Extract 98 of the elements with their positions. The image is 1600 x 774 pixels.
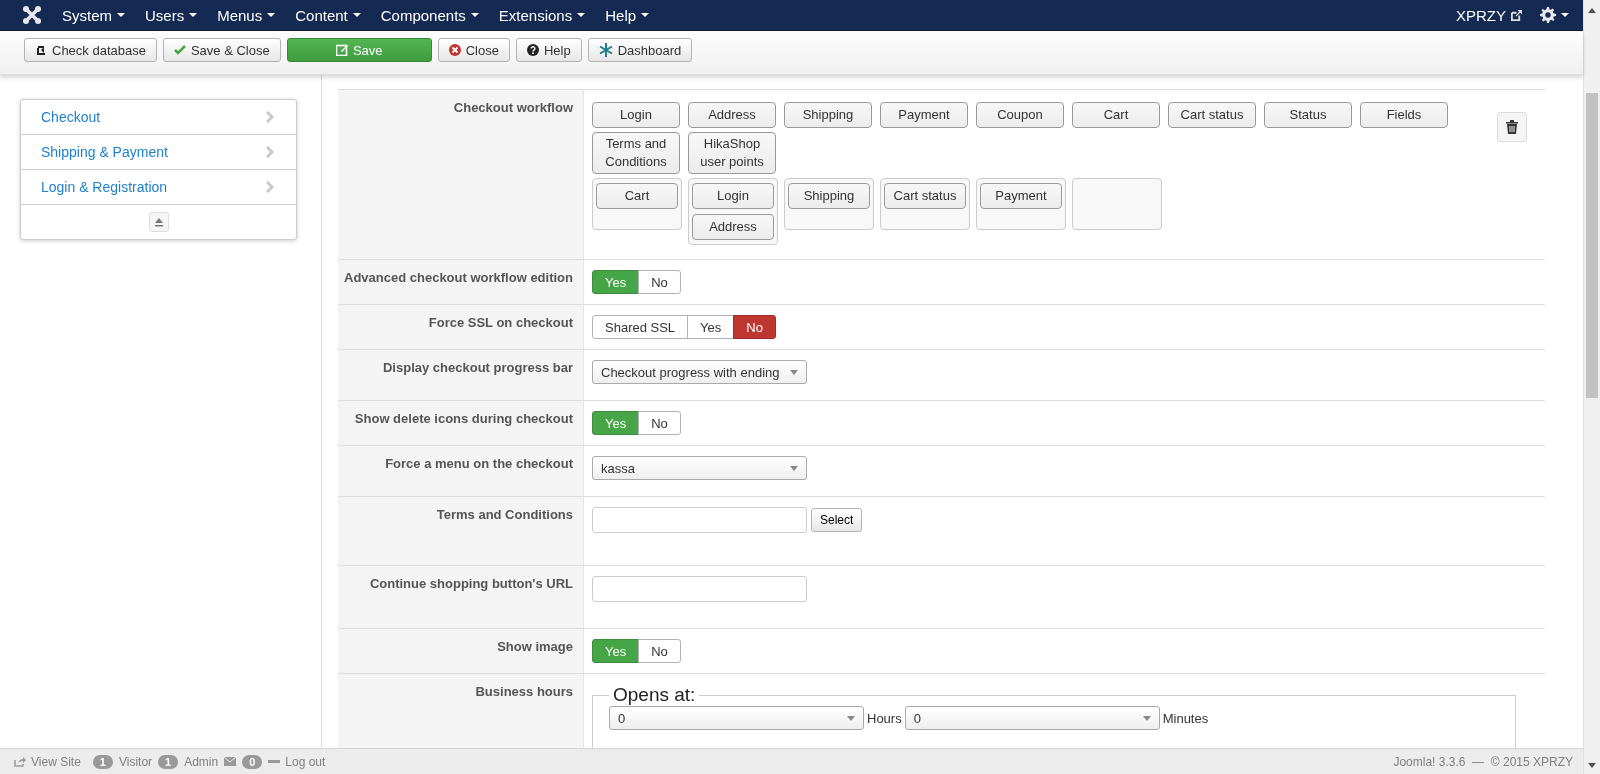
workflow-block[interactable]: Cart <box>1072 102 1160 128</box>
menu[interactable]: Components <box>370 0 489 31</box>
setting-label: Force a menu on the checkout <box>338 446 584 496</box>
eject-icon <box>153 217 164 227</box>
workflow-block[interactable]: HikaShop user points <box>688 132 776 174</box>
workflow-block[interactable]: Login <box>592 102 680 128</box>
setting-label: Business hours <box>338 674 584 748</box>
count-badge: 1 <box>158 754 179 769</box>
workflow-block[interactable]: Cart status <box>884 183 966 209</box>
caret-icon <box>577 13 586 17</box>
sidebar-item[interactable]: Login & Registration <box>21 170 296 205</box>
external-link-icon <box>1511 9 1522 21</box>
dropdown[interactable]: kassa <box>592 456 807 480</box>
workflow-block[interactable]: Cart <box>596 183 678 209</box>
setting-label: Display checkout progress bar <box>338 350 584 400</box>
workflow-block[interactable]: Status <box>1264 102 1352 128</box>
check-icon <box>173 45 186 55</box>
workflow-block[interactable]: Coupon <box>976 102 1064 128</box>
site-link[interactable]: XPRZY <box>1438 6 1540 24</box>
workflow-block[interactable]: Cart status <box>1168 102 1256 128</box>
workflow-block[interactable]: Fields <box>1360 102 1448 128</box>
fieldset-legend: Opens at: <box>609 684 700 706</box>
status-label: Admin <box>184 754 219 769</box>
toolbar-button[interactable]: Dashboard <box>587 38 693 62</box>
settings-menu[interactable] <box>1540 7 1569 23</box>
workflow-block[interactable]: Terms and Conditions <box>592 132 680 174</box>
count-badge: 0 <box>242 754 263 769</box>
version-text: Joomla! 3.3.6 — © 2015 XPRZY <box>1393 754 1573 769</box>
count-badge: 1 <box>92 754 113 769</box>
toggle-option[interactable]: No <box>638 270 681 294</box>
caret-icon <box>790 465 798 471</box>
caret-icon <box>1142 715 1151 721</box>
caret-icon <box>847 715 855 721</box>
delete-button[interactable] <box>1497 112 1527 142</box>
toggle-option[interactable]: Shared SSL <box>592 315 689 339</box>
close-icon <box>448 44 461 56</box>
menu[interactable]: Users <box>135 0 208 31</box>
menu[interactable]: Help <box>595 0 660 31</box>
toolbar-button[interactable]: Help <box>515 38 582 62</box>
toggle-option[interactable]: No <box>638 411 681 435</box>
asterisk-icon <box>598 43 613 57</box>
caret-icon <box>267 13 276 17</box>
workflow-block[interactable]: Login <box>692 183 774 209</box>
chevron-right-icon <box>266 181 274 193</box>
edit-icon <box>335 44 348 56</box>
caret-icon <box>470 13 479 17</box>
toggle-option[interactable]: No <box>638 639 681 663</box>
sidebar-item[interactable]: Shipping & Payment <box>21 135 296 170</box>
collapse-button[interactable] <box>148 212 169 232</box>
menu[interactable]: Menus <box>207 0 286 31</box>
dropdown[interactable]: 0 <box>609 706 864 730</box>
sidebar-item[interactable]: Checkout <box>21 100 296 135</box>
toolbar-button[interactable]: Save & Close <box>162 38 281 62</box>
arrow-up-icon <box>1588 8 1596 13</box>
envelope-icon <box>224 757 237 766</box>
chevron-right-icon <box>266 146 274 158</box>
setting-label: Terms and Conditions <box>338 497 584 565</box>
input-field[interactable] <box>592 576 807 602</box>
unit-label: Hours <box>867 710 902 726</box>
arrow-down-icon <box>1588 763 1596 768</box>
toolbar-button[interactable]: Check database <box>24 38 157 62</box>
caret-icon <box>117 13 125 17</box>
setting-label: Show delete icons during checkout <box>338 401 584 445</box>
logo-icon[interactable] <box>22 5 42 25</box>
minus-icon <box>268 760 281 763</box>
dropdown[interactable]: Checkout progress with ending <box>592 360 807 384</box>
workflow-block[interactable]: Payment <box>980 183 1062 209</box>
input-field[interactable] <box>592 507 807 533</box>
setting-label: Advanced checkout workflow edition <box>338 260 584 304</box>
setting-label: Force SSL on checkout <box>338 305 584 349</box>
select-button[interactable]: Select <box>811 508 863 532</box>
menu[interactable]: Content <box>285 0 371 31</box>
trash-icon <box>1506 120 1518 134</box>
settings-icon <box>1540 7 1556 23</box>
caret-icon <box>790 369 798 375</box>
setting-label: Show image <box>338 629 584 673</box>
share-icon <box>14 756 26 767</box>
workflow-block[interactable]: Shipping <box>788 183 870 209</box>
chevron-right-icon <box>266 111 274 123</box>
workflow-block[interactable]: Address <box>692 214 774 240</box>
toolbar-button[interactable]: Close <box>437 38 510 62</box>
dropdown[interactable]: 0 <box>904 706 1160 730</box>
workflow-block[interactable]: Shipping <box>784 102 872 128</box>
workflow-block[interactable]: Payment <box>880 102 968 128</box>
caret-icon <box>189 13 198 17</box>
caret-icon <box>352 13 361 17</box>
status-label: Visitor <box>118 754 153 769</box>
unit-label: Minutes <box>1162 710 1209 726</box>
toggle-option[interactable]: Yes <box>687 315 735 339</box>
menu[interactable]: System <box>52 0 135 31</box>
toggle-option[interactable]: No <box>733 315 776 339</box>
caret-icon <box>1561 13 1569 17</box>
workflow-block[interactable]: Address <box>688 102 776 128</box>
setting-label: Checkout workflow <box>338 90 584 259</box>
setting-label: Continue shopping button's URL <box>338 566 584 628</box>
menu[interactable]: Extensions <box>488 0 596 31</box>
caret-icon <box>641 13 650 17</box>
help-icon <box>526 44 539 56</box>
